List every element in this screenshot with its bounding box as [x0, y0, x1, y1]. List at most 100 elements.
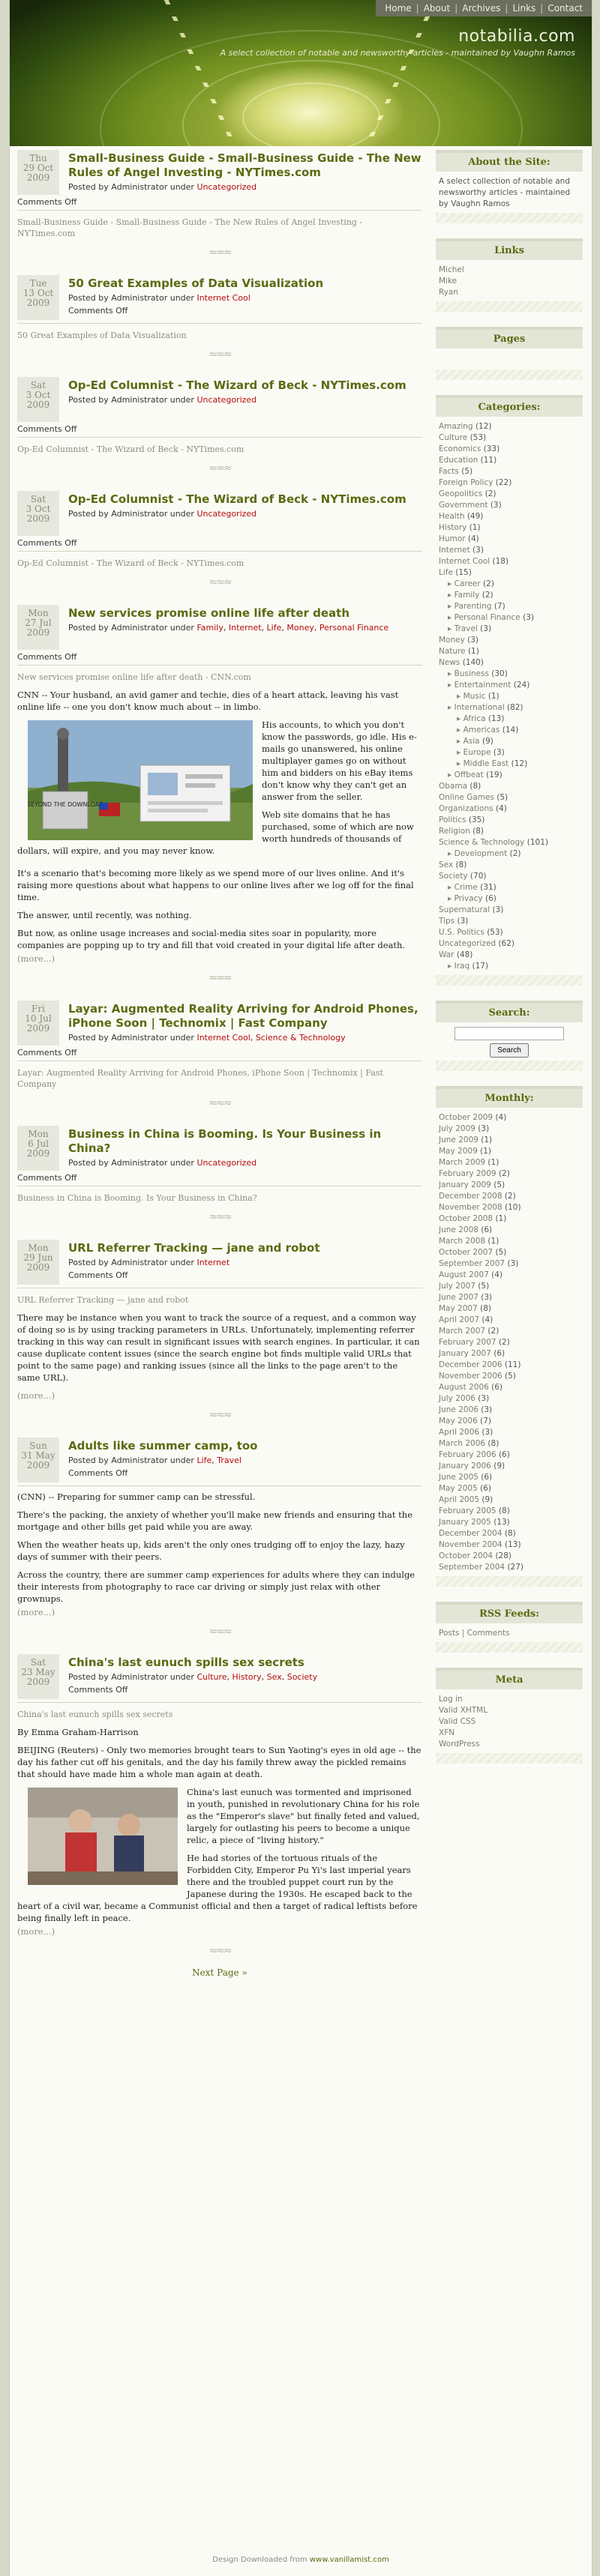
month-link[interactable]: January 2007: [439, 1349, 491, 1358]
month-link[interactable]: June 2009: [439, 1135, 478, 1144]
category-link[interactable]: Entertainment: [454, 681, 512, 690]
month-link[interactable]: June 2007: [439, 1293, 478, 1302]
link-michel[interactable]: Michel: [439, 265, 464, 274]
category-link[interactable]: Internet Cool: [196, 1033, 250, 1043]
post-excerpt-link[interactable]: Small-Business Guide - Small-Business Gu…: [17, 217, 422, 239]
post-excerpt-link[interactable]: Business in China is Booming. Is Your Bu…: [17, 1192, 422, 1204]
category-link[interactable]: Family: [454, 591, 480, 600]
category-link[interactable]: Travel: [217, 1456, 242, 1465]
month-link[interactable]: March 2007: [439, 1327, 485, 1336]
more-link[interactable]: (more...): [17, 953, 422, 965]
post-excerpt-link[interactable]: URL Referrer Tracking — jane and robot: [17, 1294, 422, 1306]
post-title-link[interactable]: Small-Business Guide - Small-Business Gu…: [68, 151, 422, 180]
month-link[interactable]: May 2005: [439, 1484, 478, 1493]
nav-contact[interactable]: Contact: [548, 3, 583, 13]
more-link[interactable]: (more...): [17, 1925, 422, 1937]
category-link[interactable]: Iraq: [454, 962, 470, 971]
category-link[interactable]: Internet: [439, 546, 470, 555]
category-link[interactable]: Life: [196, 1456, 212, 1465]
link-mike[interactable]: Mike: [439, 277, 457, 286]
site-title[interactable]: notabilia.com: [458, 27, 575, 46]
category-link[interactable]: Obama: [439, 782, 467, 791]
category-link[interactable]: Science & Technology: [256, 1033, 346, 1043]
post-title-link[interactable]: Op-Ed Columnist - The Wizard of Beck - N…: [68, 378, 422, 393]
category-link[interactable]: Economics: [439, 444, 481, 453]
month-link[interactable]: November 2008: [439, 1203, 502, 1212]
month-link[interactable]: May 2007: [439, 1304, 478, 1313]
category-link[interactable]: Nature: [439, 647, 466, 656]
category-link[interactable]: Personal Finance: [320, 623, 388, 633]
category-link[interactable]: Parenting: [454, 602, 492, 611]
month-link[interactable]: April 2005: [439, 1495, 479, 1504]
month-link[interactable]: October 2008: [439, 1214, 493, 1223]
month-link[interactable]: June 2006: [439, 1405, 478, 1414]
category-link[interactable]: Sex: [439, 860, 453, 869]
post-excerpt-link[interactable]: Layar: Augmented Reality Arriving for An…: [17, 1067, 422, 1090]
category-link[interactable]: Life: [267, 623, 282, 633]
category-link[interactable]: Money: [439, 636, 465, 645]
category-link[interactable]: Uncategorized: [439, 939, 496, 948]
category-link[interactable]: Internet: [229, 623, 262, 633]
post-title-link[interactable]: Business in China is Booming. Is Your Bu…: [68, 1127, 422, 1156]
category-link[interactable]: Supernatural: [439, 905, 490, 914]
month-link[interactable]: January 2009: [439, 1180, 491, 1189]
category-link[interactable]: Africa: [464, 714, 486, 723]
category-link[interactable]: Education: [439, 456, 478, 465]
month-link[interactable]: February 2005: [439, 1506, 496, 1515]
month-link[interactable]: July 2009: [439, 1124, 476, 1133]
month-link[interactable]: January 2006: [439, 1462, 491, 1471]
meta-login[interactable]: Log in: [439, 1695, 463, 1704]
category-link[interactable]: Europe: [464, 748, 491, 757]
category-link[interactable]: Asia: [464, 737, 480, 746]
post-title-link[interactable]: URL Referrer Tracking — jane and robot: [68, 1241, 422, 1255]
month-link[interactable]: September 2004: [439, 1563, 505, 1572]
category-link[interactable]: News: [439, 658, 460, 667]
month-link[interactable]: March 2009: [439, 1158, 485, 1167]
category-link[interactable]: Uncategorized: [196, 509, 256, 519]
category-link[interactable]: Middle East: [464, 759, 509, 768]
category-link[interactable]: Society: [287, 1672, 317, 1682]
category-link[interactable]: Geopolitics: [439, 489, 482, 498]
month-link[interactable]: February 2006: [439, 1450, 496, 1459]
category-link[interactable]: Money: [286, 623, 314, 633]
category-link[interactable]: Culture: [196, 1672, 226, 1682]
month-link[interactable]: December 2008: [439, 1192, 502, 1201]
month-link[interactable]: December 2004: [439, 1529, 502, 1538]
category-link[interactable]: Internet Cool: [196, 293, 250, 303]
category-link[interactable]: Uncategorized: [196, 395, 256, 405]
category-link[interactable]: Organizations: [439, 804, 494, 813]
category-link[interactable]: History: [439, 523, 466, 532]
meta-valid-xhtml[interactable]: Valid XHTML: [439, 1706, 488, 1715]
category-link[interactable]: Travel: [454, 624, 478, 633]
category-link[interactable]: Religion: [439, 827, 470, 836]
category-link[interactable]: Americas: [464, 726, 500, 735]
post-title-link[interactable]: Adults like summer camp, too: [68, 1439, 422, 1453]
post-excerpt-link[interactable]: Op-Ed Columnist - The Wizard of Beck - N…: [17, 444, 422, 455]
category-link[interactable]: Online Games: [439, 793, 494, 802]
category-link[interactable]: Sex: [267, 1672, 282, 1682]
rss-comments-link[interactable]: Comments: [467, 1629, 510, 1638]
category-link[interactable]: Family: [196, 623, 223, 633]
category-link[interactable]: History: [232, 1672, 262, 1682]
month-link[interactable]: November 2004: [439, 1540, 502, 1549]
month-link[interactable]: March 2006: [439, 1439, 485, 1448]
rss-posts-link[interactable]: Posts: [439, 1629, 459, 1638]
category-link[interactable]: Life: [439, 568, 453, 577]
month-link[interactable]: December 2006: [439, 1360, 502, 1369]
nav-home[interactable]: Home: [385, 3, 411, 13]
month-link[interactable]: April 2006: [439, 1428, 479, 1437]
post-title-link[interactable]: New services promise online life after d…: [68, 606, 422, 621]
nav-archives[interactable]: Archives: [462, 3, 500, 13]
post-title-link[interactable]: Layar: Augmented Reality Arriving for An…: [68, 1002, 422, 1031]
footer-link[interactable]: www.vanillamist.com: [310, 2556, 389, 2564]
category-link[interactable]: Career: [454, 579, 481, 588]
category-link[interactable]: Offbeat: [454, 770, 484, 779]
month-link[interactable]: May 2006: [439, 1417, 478, 1426]
category-link[interactable]: Internet: [196, 1258, 230, 1267]
post-title-link[interactable]: China's last eunuch spills sex secrets: [68, 1656, 422, 1670]
category-link[interactable]: Privacy: [454, 894, 483, 903]
nav-about[interactable]: About: [424, 3, 450, 13]
post-title-link[interactable]: 50 Great Examples of Data Visualization: [68, 277, 422, 291]
search-button[interactable]: Search: [490, 1043, 529, 1058]
category-link[interactable]: Science & Technology: [439, 838, 524, 847]
